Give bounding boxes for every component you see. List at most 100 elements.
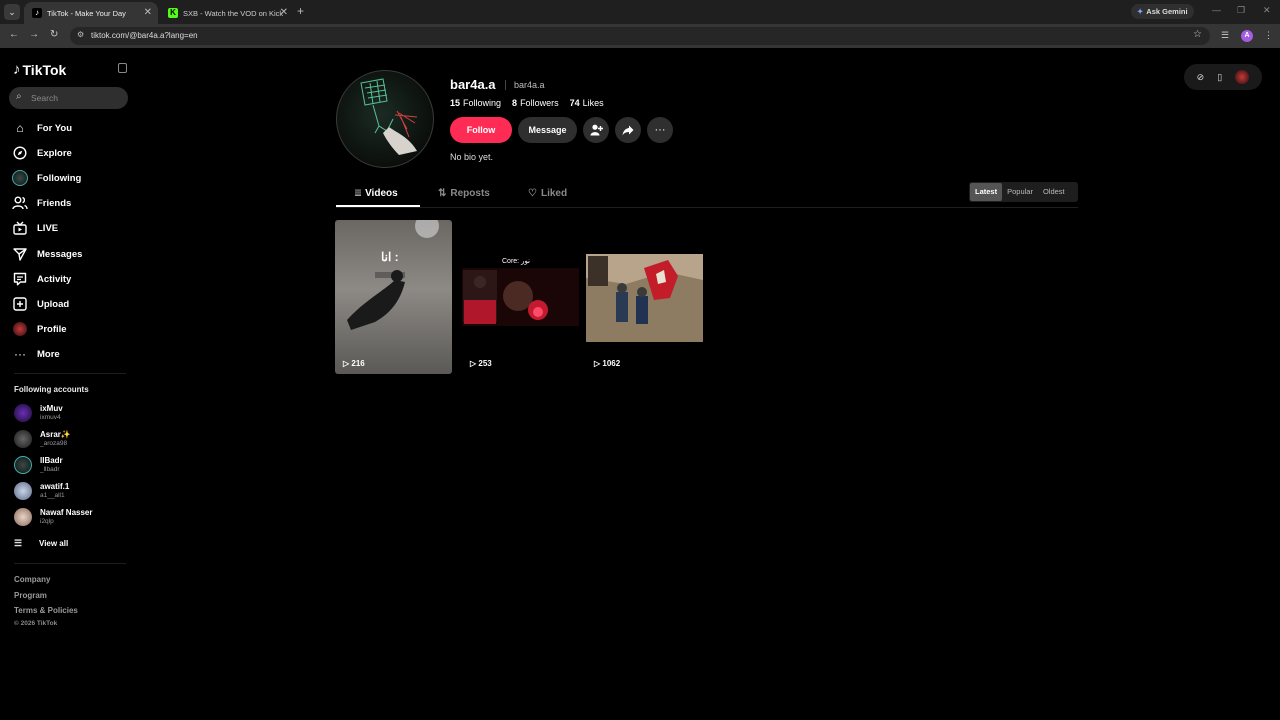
likes-count: 74 [569, 98, 580, 108]
nav-upload[interactable]: Upload [12, 294, 122, 314]
compass-small-icon[interactable]: ⊘ [1197, 72, 1205, 83]
nav-friends[interactable]: Friends [12, 193, 122, 213]
close-tab-icon[interactable]: ✕ [144, 7, 152, 18]
tab-search-dropdown[interactable]: ⌄ [4, 4, 20, 20]
account-name: lIBadr [40, 456, 63, 465]
profile-avatar-large[interactable] [336, 70, 434, 168]
following-label: Following [463, 98, 502, 108]
minimize-icon[interactable]: — [1212, 5, 1221, 15]
grid-icon: ⦙⦙⦙ [355, 188, 362, 198]
close-window-icon[interactable]: ✕ [1263, 5, 1271, 16]
following-account[interactable]: ixMuv ixmuv4 [14, 402, 124, 424]
video-views: ▷ 253 [470, 359, 492, 368]
nav-label: For You [37, 122, 73, 134]
tab-title: SXB - Watch the VOD on Kick [183, 8, 284, 18]
nav-for-you[interactable]: ⌂ For You [12, 118, 122, 138]
sidebar-divider [14, 373, 126, 374]
nav-explore[interactable]: Explore [12, 143, 122, 163]
add-friend-button[interactable] [583, 117, 609, 143]
gemini-spark-icon: ✦ [1137, 7, 1144, 16]
tab-label: Liked [540, 188, 568, 199]
more-options-button[interactable]: ··· [647, 117, 673, 143]
share-button[interactable] [615, 117, 641, 143]
avatar [14, 430, 32, 448]
following-stat[interactable]: 15 Following [450, 98, 501, 108]
nav-more[interactable]: ··· More [12, 344, 122, 364]
message-button[interactable]: Message [518, 117, 577, 143]
following-account[interactable]: Asrar✨ _aroza98 [14, 428, 124, 450]
reload-icon[interactable]: ↻ [50, 29, 58, 40]
bookmark-star-icon[interactable]: ☆ [1193, 29, 1202, 40]
account-username: a1__all1 [40, 492, 65, 499]
ask-gemini-label: Ask Gemini [1146, 7, 1188, 16]
nav-profile[interactable]: Profile [12, 319, 122, 339]
collapse-sidebar-icon[interactable] [118, 63, 127, 73]
nav-activity[interactable]: Activity [12, 269, 122, 289]
account-name: awatif.1 [40, 482, 70, 491]
profile-avatar [12, 321, 28, 337]
new-tab-icon[interactable]: + [297, 4, 304, 18]
avatar [14, 508, 32, 526]
followers-count: 8 [512, 98, 518, 108]
likes-stat: 74 Likes [570, 98, 604, 108]
video-thumbnail-image [586, 220, 703, 374]
account-username: ixmuv4 [40, 414, 61, 421]
tiktok-favicon-icon: ♪ [32, 8, 42, 18]
video-thumbnail[interactable]: ▷ 1062 [586, 220, 703, 374]
kick-favicon-icon: K [168, 8, 178, 18]
view-all-button[interactable]: ☰ View all [14, 538, 68, 549]
tiktok-logo[interactable]: ♪ TikTok [13, 61, 66, 78]
browser-tab-bar: ⌄ ♪ TikTok - Make Your Day ✕ K SXB - Wat… [0, 0, 1280, 24]
video-thumbnail-image [335, 220, 452, 374]
sort-popular-button[interactable]: Popular [1002, 183, 1038, 201]
browser-menu-icon[interactable]: ⋮ [1264, 30, 1273, 41]
footer-program-link[interactable]: Program [14, 591, 47, 600]
browser-profile-avatar[interactable]: A [1241, 30, 1253, 42]
following-count: 15 [450, 98, 461, 108]
footer-company-link[interactable]: Company [14, 575, 50, 584]
tab-videos[interactable]: ⦙⦙⦙ Videos [355, 180, 398, 207]
view-count: 1062 [602, 359, 621, 368]
browser-tab-tiktok[interactable]: ♪ TikTok - Make Your Day ✕ [24, 2, 158, 24]
nav-label: Activity [37, 273, 72, 285]
sidebar-divider [14, 563, 126, 564]
followers-stat[interactable]: 8 Followers [512, 98, 559, 108]
following-account[interactable]: awatif.1 a1__all1 [14, 480, 124, 502]
back-icon[interactable]: ← [9, 29, 19, 40]
tab-label: Reposts [450, 188, 490, 199]
nav-live[interactable]: LIVE [12, 218, 122, 238]
url-field[interactable]: ⚙ tiktok.com/@bar4a.a?lang=en ☆ [70, 27, 1210, 45]
nav-messages[interactable]: Messages [12, 244, 122, 264]
tab-reposts[interactable]: ⇅ Reposts [438, 180, 490, 207]
video-thumbnail[interactable]: Core: نور ▷ 253 [462, 220, 579, 374]
address-bar: ← → ↻ ⚙ tiktok.com/@bar4a.a?lang=en ☆ ☰ … [0, 24, 1280, 48]
search-box[interactable]: ⌕ [9, 87, 128, 109]
device-icon[interactable]: ▯ [1217, 72, 1222, 83]
sort-oldest-button[interactable]: Oldest [1038, 183, 1070, 201]
forward-icon[interactable]: → [29, 29, 39, 40]
site-info-icon[interactable]: ⚙ [77, 30, 84, 39]
repost-icon: ⇅ [438, 188, 447, 199]
maximize-icon[interactable]: ❐ [1237, 5, 1245, 16]
account-name: ixMuv [40, 404, 63, 413]
profile-handle: bar4a.a [514, 80, 545, 90]
follow-button[interactable]: Follow [450, 117, 512, 143]
add-user-icon [590, 124, 603, 136]
ask-gemini-button[interactable]: ✦ Ask Gemini [1131, 4, 1194, 19]
video-thumbnail[interactable]: انا : ▷ 216 [335, 220, 452, 374]
browser-tab-kick[interactable]: K SXB - Watch the VOD on Kick ✕ [160, 2, 294, 24]
user-avatar-small[interactable] [1235, 70, 1250, 84]
following-avatar [12, 170, 28, 186]
nav-label: More [37, 348, 60, 360]
following-account[interactable]: Nawaf Nasser i2qlp [14, 506, 124, 528]
followers-label: Followers [520, 98, 559, 108]
following-account[interactable]: lIBadr _llbadr [14, 454, 124, 476]
footer-terms-link[interactable]: Terms & Policies [14, 606, 78, 615]
nav-following[interactable]: Following [12, 168, 122, 188]
close-tab-icon[interactable]: ✕ [280, 7, 288, 18]
active-tab-indicator [336, 205, 420, 207]
extensions-icon[interactable]: ☰ [1221, 30, 1229, 41]
search-input[interactable] [31, 91, 121, 105]
tab-liked[interactable]: ♡ Liked [528, 180, 567, 207]
sort-latest-button[interactable]: Latest [970, 183, 1003, 201]
